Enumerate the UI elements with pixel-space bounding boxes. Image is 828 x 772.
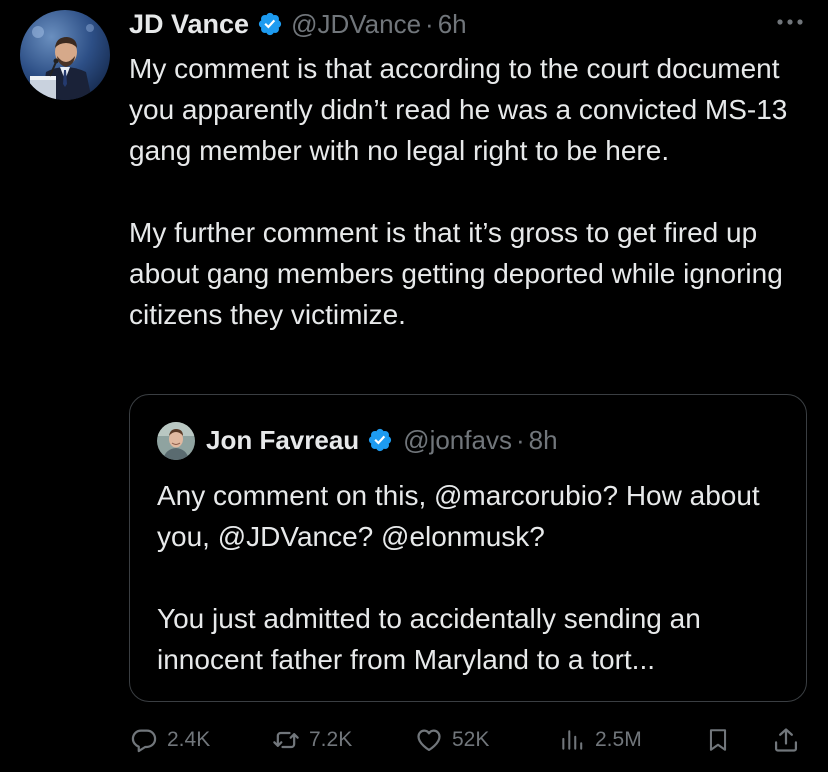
reply-button[interactable]: 2.4K <box>129 718 210 762</box>
reply-count: 2.4K <box>167 728 211 751</box>
bookmark-button[interactable] <box>703 718 733 762</box>
tweet-paragraph: My comment is that according to the cour… <box>129 53 788 166</box>
heart-icon <box>414 725 444 755</box>
tweet-paragraph: My further comment is that it’s gross to… <box>129 217 783 330</box>
quoted-tweet-header: Jon Favreau @jonfavs · 8h <box>206 421 558 459</box>
repost-count: 7.2K <box>309 728 353 751</box>
like-count: 52K <box>452 728 490 751</box>
quoted-author-name: Jon Favreau <box>206 424 360 455</box>
views-button[interactable]: 2.5M <box>557 718 642 762</box>
share-button[interactable] <box>771 718 801 762</box>
quoted-author-handle: @jonfavs <box>403 424 512 455</box>
quoted-paragraph: You just admitted to accidentally sendin… <box>157 603 701 675</box>
verified-badge-icon <box>367 427 393 453</box>
quoted-tweet[interactable]: Jon Favreau @jonfavs · 8h Any comment on… <box>129 394 807 702</box>
quoted-tweet-timestamp: 8h <box>528 424 558 455</box>
views-chart-icon <box>557 725 587 755</box>
header-separator: · <box>425 8 434 39</box>
action-bar: 2.4K 7.2K 52K 2.5M <box>129 718 809 762</box>
tweet[interactable]: JD Vance @JDVance · 6h My comment is tha… <box>0 0 828 772</box>
like-button[interactable]: 52K <box>414 718 489 762</box>
author-avatar[interactable] <box>20 10 110 100</box>
more-dots-icon[interactable] <box>772 8 808 36</box>
reply-icon <box>129 725 159 755</box>
quoted-header-separator: · <box>515 424 525 455</box>
author-name[interactable]: JD Vance <box>129 9 249 40</box>
tweet-header: JD Vance @JDVance · 6h <box>129 6 467 42</box>
quoted-author-avatar[interactable] <box>157 422 195 460</box>
share-icon <box>771 725 801 755</box>
author-handle[interactable]: @JDVance <box>291 9 421 40</box>
repost-icon <box>271 725 301 755</box>
verified-badge-icon[interactable] <box>257 11 283 37</box>
views-count: 2.5M <box>595 728 642 751</box>
quoted-paragraph: Any comment on this, @marcorubio? How ab… <box>157 480 760 552</box>
repost-button[interactable]: 7.2K <box>271 718 352 762</box>
tweet-timestamp[interactable]: 6h <box>438 9 467 40</box>
quoted-tweet-text: Any comment on this, @marcorubio? How ab… <box>157 475 787 680</box>
bookmark-icon <box>703 725 733 755</box>
tweet-text: My comment is that according to the cour… <box>129 48 809 335</box>
